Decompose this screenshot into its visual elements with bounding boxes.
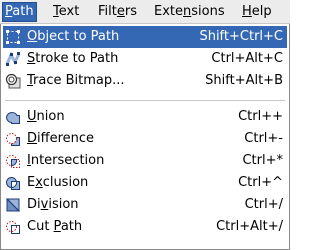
label-rest: troke to Path [35, 51, 119, 66]
menu-text-label: ext [58, 4, 80, 19]
label-rest: nion [36, 109, 65, 124]
menu-item-exclusion[interactable]: Exclusion Ctrl+^ [3, 172, 287, 194]
mnemonic: P [53, 219, 61, 234]
menu-filters-pre: Filt [98, 4, 117, 19]
menu-item-label: Exclusion [27, 172, 88, 194]
menu-help[interactable]: Help [240, 2, 274, 22]
shortcut: Ctrl+* [242, 153, 283, 168]
menu-item-object-to-path[interactable]: Object to Path Shift+Ctrl+C [3, 26, 287, 48]
menu-help-mnemonic: H [242, 4, 252, 19]
shortcut: Shift+Ctrl+C [199, 29, 283, 44]
menu-extensions-label: sions [191, 4, 225, 19]
path-menu-dropdown: Object to Path Shift+Ctrl+C Stroke to Pa… [0, 24, 290, 250]
menu-item-intersection[interactable]: Intersection Ctrl+* [3, 150, 287, 172]
menu-item-label: Trace Bitmap... [27, 70, 125, 92]
menu-item-label: Difference [27, 128, 94, 150]
union-icon [5, 109, 21, 125]
label-rest: ifference [37, 131, 95, 146]
label-pre: Di [27, 197, 41, 212]
menu-filters-label: rs [124, 4, 137, 19]
mnemonic: O [27, 29, 38, 44]
shortcut: Ctrl+/ [244, 197, 283, 212]
shortcut: Ctrl+- [244, 131, 283, 146]
menu-path[interactable]: Path [2, 2, 37, 22]
menu-item-label: Intersection [27, 150, 104, 172]
stroke-to-path-icon [5, 51, 21, 67]
label-rest: clusion [42, 175, 89, 190]
menu-extensions-pre: Exte [154, 4, 184, 19]
label-rest: bject to Path [37, 29, 120, 44]
menu-item-difference[interactable]: Difference Ctrl+- [3, 128, 287, 150]
menu-filters[interactable]: Filters [96, 2, 139, 22]
shortcut: Ctrl+Alt+C [211, 51, 283, 66]
division-icon [5, 197, 21, 213]
menu-item-cut-path[interactable]: Cut Path Ctrl+Alt+/ [3, 216, 287, 238]
object-to-path-icon [5, 29, 21, 45]
exclusion-icon [5, 175, 21, 191]
menu-item-division[interactable]: Division Ctrl+/ [3, 194, 287, 216]
mnemonic: D [27, 131, 38, 146]
menu-item-stroke-to-path[interactable]: Stroke to Path Ctrl+Alt+C [3, 48, 287, 70]
menu-item-label: Cut Path [27, 216, 82, 238]
shortcut: Ctrl++ [238, 109, 283, 124]
menu-item-label: Stroke to Path [27, 48, 118, 70]
shortcut: Ctrl+^ [238, 175, 283, 190]
label-rest: ntersection [30, 153, 105, 168]
menu-filters-mnemonic: e [116, 4, 125, 19]
menu-item-union[interactable]: Union Ctrl++ [3, 106, 287, 128]
label-pre: E [27, 175, 36, 190]
menu-help-label: elp [251, 4, 272, 19]
label-rest: ision [48, 197, 79, 212]
menu-separator [5, 100, 285, 102]
cut-path-icon [5, 219, 21, 235]
mnemonic: U [27, 109, 37, 124]
shortcut: Ctrl+Alt+/ [216, 219, 283, 234]
shortcut: Shift+Alt+B [205, 73, 283, 88]
menu-item-label: Division [27, 194, 79, 216]
mnemonic: x [35, 175, 43, 190]
trace-bitmap-icon [5, 73, 21, 89]
menu-text[interactable]: Text [51, 2, 81, 22]
menu-path-label: ath [12, 4, 34, 19]
label-rest: ath [60, 219, 83, 234]
menu-item-label: Union [27, 106, 65, 128]
menu-bar: Path Text Filters Extensions Help [0, 0, 290, 24]
label-rest: race Bitmap... [33, 73, 125, 88]
menu-extensions[interactable]: Extensions [152, 2, 227, 22]
difference-icon [5, 131, 21, 147]
label-pre: Cut [27, 219, 54, 234]
menu-item-trace-bitmap[interactable]: Trace Bitmap... Shift+Alt+B [3, 70, 287, 92]
menu-item-label: Object to Path [27, 26, 119, 48]
intersection-icon [5, 153, 21, 169]
